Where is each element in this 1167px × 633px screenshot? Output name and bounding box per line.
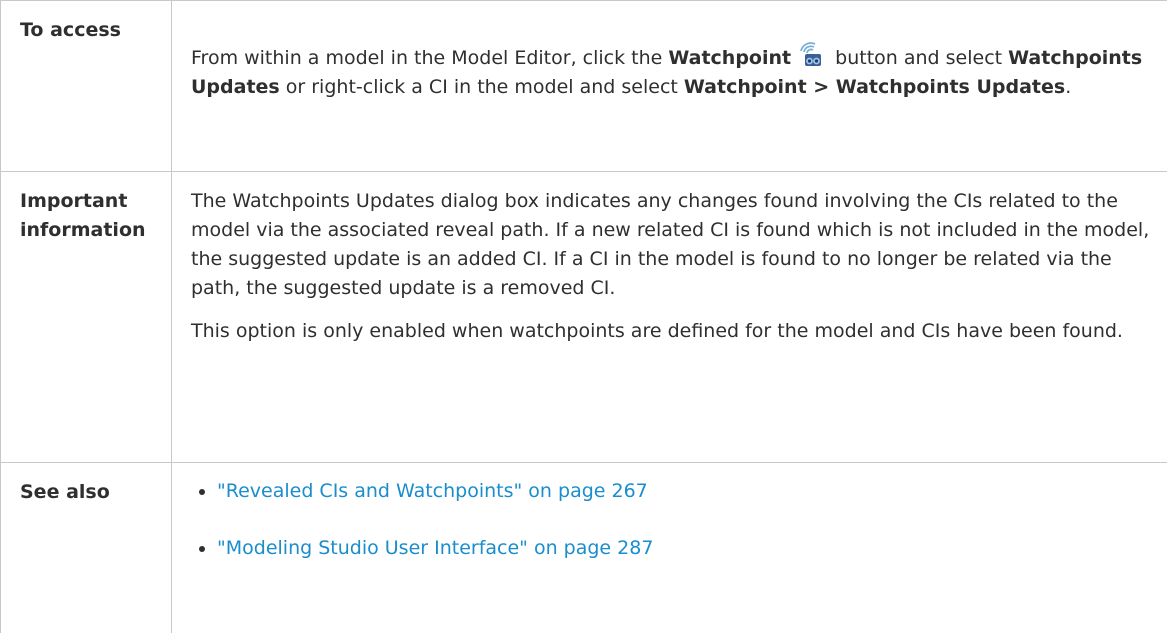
row-content-see-also: "Revealed CIs and Watchpoints" on page 2…: [172, 463, 1167, 633]
link-modeling-studio-ui[interactable]: "Modeling Studio User Interface" on page…: [217, 537, 653, 559]
link-revealed-cis-watchpoints[interactable]: "Revealed CIs and Watchpoints" on page 2…: [217, 480, 648, 502]
important-paragraph-2: This option is only enabled when watchpo…: [191, 317, 1153, 346]
list-item: "Revealed CIs and Watchpoints" on page 2…: [191, 477, 1153, 506]
row-see-also: See also "Revealed CIs and Watchpoints" …: [1, 463, 1167, 633]
row-content-important-information: The Watchpoints Updates dialog box indic…: [172, 172, 1167, 463]
see-also-list: "Revealed CIs and Watchpoints" on page 2…: [191, 477, 1153, 563]
binoculars-radar-icon: [797, 41, 823, 67]
important-paragraph-1: The Watchpoints Updates dialog box indic…: [191, 187, 1153, 303]
access-bold-menu-path: Watchpoint > Watchpoints Updates: [684, 76, 1065, 98]
row-important-information: Important information The Watchpoints Up…: [1, 172, 1167, 463]
access-text-1: From within a model in the Model Editor,…: [191, 47, 668, 69]
row-to-access: To access From within a model in the Mod…: [1, 1, 1167, 172]
row-label-to-access: To access: [1, 1, 172, 172]
row-label-important-information: Important information: [1, 172, 172, 463]
bullet-icon: [199, 489, 205, 495]
access-text-3: or right-click a CI in the model and sel…: [280, 76, 684, 98]
access-bold-watchpoint: Watchpoint: [668, 47, 791, 69]
access-text-2: button and select: [829, 47, 1008, 69]
row-content-to-access: From within a model in the Model Editor,…: [172, 1, 1167, 172]
access-text-4: .: [1065, 76, 1071, 98]
bullet-icon: [199, 546, 205, 552]
list-item: "Modeling Studio User Interface" on page…: [191, 534, 1153, 563]
info-table: To access From within a model in the Mod…: [0, 0, 1167, 633]
row-label-see-also: See also: [1, 463, 172, 633]
